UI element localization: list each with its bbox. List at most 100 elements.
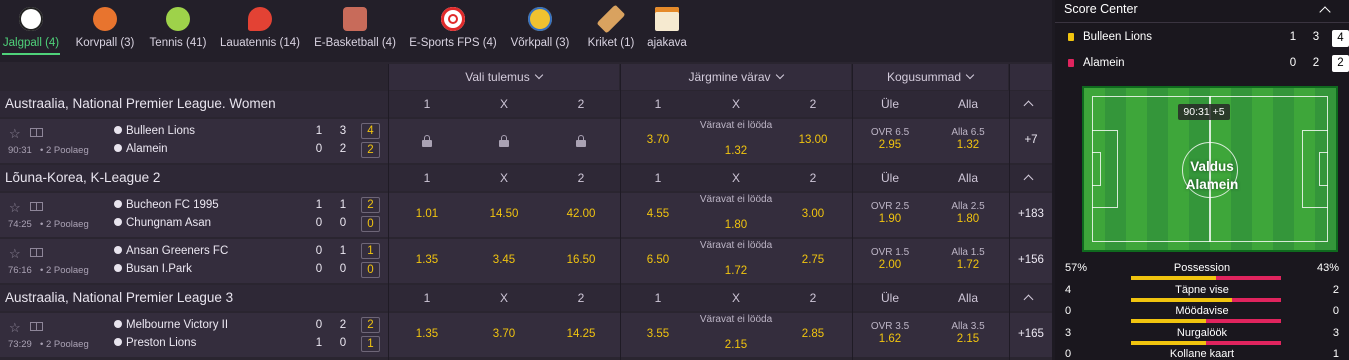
stat-home-value: 57% (1065, 262, 1088, 274)
pitch-goal-box-right (1319, 152, 1328, 186)
odds-cell[interactable]: 14.50 (466, 193, 542, 237)
odds-cell[interactable]: Alla 1.5 1.72 (930, 239, 1006, 283)
odds-value: 1.90 (878, 213, 902, 225)
odds-cell[interactable]: 1.35 (389, 239, 465, 283)
stat-label: Possession (1173, 262, 1231, 274)
away-score-half2: 0 (339, 337, 347, 349)
soccer-ball-icon (114, 218, 122, 226)
odds-cell[interactable]: 2.85 (775, 313, 851, 357)
sport-tab[interactable]: E-Basketball (4) (310, 0, 400, 62)
odds-cell[interactable]: OVR 6.5 2.95 (852, 119, 928, 163)
star-icon[interactable]: ☆ (9, 320, 21, 336)
odds-cell[interactable]: OVR 1.5 2.00 (852, 239, 928, 283)
soccer-ball-icon (114, 144, 122, 152)
sport-tab[interactable]: Jalgpall (4) (0, 0, 62, 62)
divider (1009, 64, 1010, 360)
away-team: Preston Lions (114, 337, 196, 349)
match-time: 90:31 (8, 145, 32, 156)
odds-cell[interactable]: OVR 3.5 1.62 (852, 313, 928, 357)
chevron-up-icon[interactable] (1023, 294, 1034, 305)
odds-cell[interactable]: 14.25 (543, 313, 619, 357)
sport-tab[interactable]: Lauatennis (14) (218, 0, 302, 62)
odds-cell[interactable]: 2.75 (775, 239, 851, 283)
field-icon[interactable] (30, 128, 43, 137)
league-header[interactable]: Lõuna-Korea, K-League 2 1 X 2 1 X 2 Üle Alla (0, 165, 1052, 191)
column-header-next-goal-label: Järgmine värav (688, 70, 771, 84)
sports-bar: Jalgpall (4) Korvpall (3) Tennis (41) Lauat… (0, 0, 1052, 62)
odds-cell[interactable]: Väravat ei lööda 1.72 (696, 239, 776, 283)
away-team: Busan I.Park (114, 263, 192, 275)
odds-cell[interactable]: 13.00 (775, 119, 851, 163)
odds-cell[interactable] (543, 119, 619, 163)
odds-value: 1.62 (878, 333, 902, 345)
match-period: • 2 Poolaeg (40, 145, 89, 156)
odds-value: 16.50 (566, 254, 596, 266)
home-score-half2: 1 (339, 199, 347, 211)
match-info[interactable]: ☆ 90:31 • 2 Poolaeg Bulleen Lions Alamein 1 3 4… (0, 119, 388, 163)
chevron-up-icon[interactable] (1023, 174, 1034, 185)
match-row: ☆ 73:29 • 2 Poolaeg Melbourne Victory II Pre… (0, 313, 1052, 357)
chevron-up-icon[interactable] (1023, 100, 1034, 111)
odds-cell[interactable]: OVR 2.5 1.90 (852, 193, 928, 237)
sport-tab[interactable]: Korvpall (3) (70, 0, 140, 62)
odds-cell[interactable]: Alla 6.5 1.32 (930, 119, 1006, 163)
match-info[interactable]: ☆ 74:25 • 2 Poolaeg Bucheon FC 1995 Chungnam… (0, 193, 388, 237)
score-center-title: Score Center (1064, 2, 1138, 16)
sport-tab[interactable]: ajakava (644, 0, 690, 62)
sport-tab[interactable]: Kriket (1) (584, 0, 638, 62)
sport-tab[interactable]: Tennis (41) (146, 0, 210, 62)
more-markets-button[interactable]: +7 (1011, 134, 1051, 146)
match-info[interactable]: ☆ 76:16 • 2 Poolaeg Ansan Greeners FC Busan … (0, 239, 388, 283)
odds-value: 14.25 (566, 328, 596, 340)
stat-home-bar (1131, 340, 1206, 345)
home-score-half1: 1 (1289, 31, 1297, 43)
odds-column-label: 2 (577, 171, 585, 185)
odds-cell[interactable]: Väravat ei lööda 2.15 (696, 313, 776, 357)
odds-cell[interactable]: Alla 2.5 1.80 (930, 193, 1006, 237)
odds-cell[interactable]: 3.70 (466, 313, 542, 357)
odds-cell[interactable]: Väravat ei lööda 1.32 (696, 119, 776, 163)
field-icon[interactable] (30, 202, 43, 211)
odds-cell[interactable] (389, 119, 465, 163)
under-line-label: Alla 2.5 (951, 201, 985, 212)
odds-cell[interactable]: 3.70 (620, 119, 696, 163)
odds-cell[interactable]: 4.55 (620, 193, 696, 237)
odds-cell[interactable]: Väravat ei lööda 1.80 (696, 193, 776, 237)
over-line-label: OVR 3.5 (870, 321, 910, 332)
odds-cell[interactable]: 16.50 (543, 239, 619, 283)
league-header[interactable]: Austraalia, National Premier League. Wom… (0, 91, 1052, 117)
stat-row: 4 Täpne vise 2 (1055, 281, 1349, 303)
star-icon[interactable]: ☆ (9, 200, 21, 216)
sport-tab[interactable]: Võrkpall (3) (508, 0, 572, 62)
stat-label: Nurgalöök (1176, 326, 1228, 339)
divider (852, 64, 853, 360)
league-header[interactable]: Austraalia, National Premier League 3 1 X 2… (0, 285, 1052, 311)
odds-cell[interactable]: 42.00 (543, 193, 619, 237)
odds-cell[interactable] (466, 119, 542, 163)
field-icon[interactable] (30, 248, 43, 257)
column-header-more (1009, 64, 1052, 90)
league-name: Austraalia, National Premier League. Wom… (5, 96, 276, 111)
field-icon[interactable] (30, 322, 43, 331)
sport-tab[interactable]: E-Sports FPS (4) (406, 0, 500, 62)
column-header-result[interactable]: Vali tulemus (388, 64, 619, 90)
odds-cell[interactable]: 1.01 (389, 193, 465, 237)
soccer-ball-icon (114, 246, 122, 254)
star-icon[interactable]: ☆ (9, 126, 21, 142)
more-markets-button[interactable]: +156 (1011, 254, 1051, 266)
chevron-up-icon[interactable] (1319, 6, 1331, 18)
odds-cell[interactable]: Alla 3.5 2.15 (930, 313, 1006, 357)
column-header-totals[interactable]: Kogusummad (852, 64, 1008, 90)
soccer-ball-icon (114, 264, 122, 272)
odds-cell[interactable]: 6.50 (620, 239, 696, 283)
match-info[interactable]: ☆ 73:29 • 2 Poolaeg Melbourne Victory II Pre… (0, 313, 388, 357)
star-icon[interactable]: ☆ (9, 246, 21, 262)
odds-cell[interactable]: 1.35 (389, 313, 465, 357)
odds-cell[interactable]: 3.00 (775, 193, 851, 237)
odds-cell[interactable]: 3.45 (466, 239, 542, 283)
more-markets-button[interactable]: +183 (1011, 208, 1051, 220)
sport-tab-label: ajakava (647, 37, 687, 49)
odds-cell[interactable]: 3.55 (620, 313, 696, 357)
more-markets-button[interactable]: +165 (1011, 328, 1051, 340)
column-header-next-goal[interactable]: Järgmine värav (620, 64, 851, 90)
